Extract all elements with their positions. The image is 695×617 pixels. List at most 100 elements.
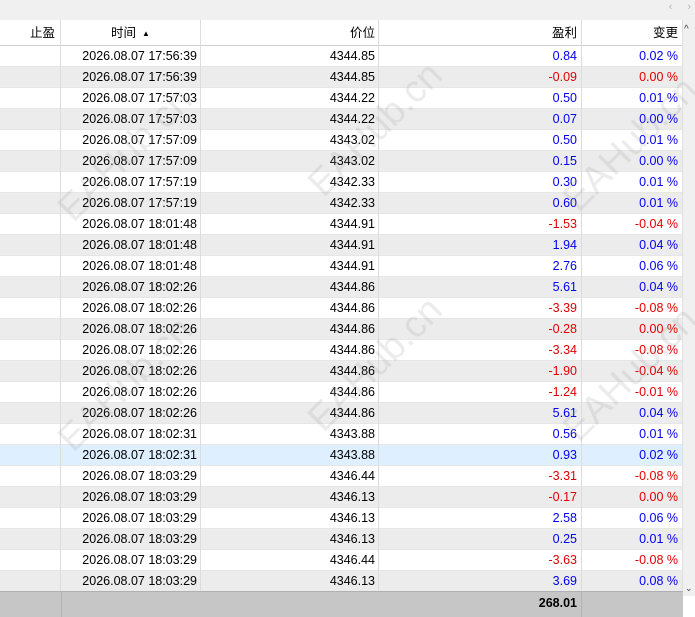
scroll-left-arrow-icon[interactable]: ‹	[669, 1, 673, 13]
change-cell: 0.01 %	[582, 130, 683, 151]
table-row[interactable]: 2026.08.07 18:02:31 4343.88 0.93 0.02 %	[0, 445, 683, 466]
vertical-scrollbar[interactable]: ^ ⌄	[682, 20, 695, 596]
change-cell: -0.08 %	[582, 466, 683, 487]
table-row[interactable]: 2026.08.07 17:57:19 4342.33 0.60 0.01 %	[0, 193, 683, 214]
time-cell: 2026.08.07 17:57:19	[61, 172, 201, 193]
stop-profit-cell	[0, 487, 61, 508]
table-row[interactable]: 2026.08.07 18:03:29 4346.13 2.58 0.06 %	[0, 508, 683, 529]
stop-profit-cell	[0, 277, 61, 298]
time-cell: 2026.08.07 18:03:29	[61, 571, 201, 592]
table-row[interactable]: 2026.08.07 18:02:26 4344.86 -3.39 -0.08 %	[0, 298, 683, 319]
table-row[interactable]: 2026.08.07 17:57:03 4344.22 0.07 0.00 %	[0, 109, 683, 130]
table-row[interactable]: 2026.08.07 18:02:26 4344.86 -3.34 -0.08 %	[0, 340, 683, 361]
profit-cell: 5.61	[379, 403, 582, 424]
column-header-price[interactable]: 价位	[201, 20, 379, 46]
table-header: 止盈 时间 ▲ 价位 盈利 变更	[0, 20, 683, 46]
table-row[interactable]: 2026.08.07 18:03:29 4346.13 -0.17 0.00 %	[0, 487, 683, 508]
profit-cell: -3.34	[379, 340, 582, 361]
price-cell: 4343.02	[201, 130, 379, 151]
column-header-time[interactable]: 时间 ▲	[61, 20, 201, 46]
change-cell: 0.04 %	[582, 277, 683, 298]
change-cell: -0.04 %	[582, 214, 683, 235]
price-cell: 4344.86	[201, 298, 379, 319]
price-cell: 4344.85	[201, 46, 379, 67]
table-row[interactable]: 2026.08.07 18:02:26 4344.86 5.61 0.04 %	[0, 277, 683, 298]
scroll-right-arrow-icon[interactable]: ›	[687, 1, 691, 13]
stop-profit-cell	[0, 340, 61, 361]
table-row[interactable]: 2026.08.07 18:03:29 4346.13 3.69 0.08 %	[0, 571, 683, 592]
profit-cell: 2.58	[379, 508, 582, 529]
stop-profit-cell	[0, 151, 61, 172]
table-row[interactable]: 2026.08.07 17:56:39 4344.85 0.84 0.02 %	[0, 46, 683, 67]
table-row[interactable]: 2026.08.07 17:57:09 4343.02 0.50 0.01 %	[0, 130, 683, 151]
table-row[interactable]: 2026.08.07 18:03:29 4346.44 -3.31 -0.08 %	[0, 466, 683, 487]
price-cell: 4344.22	[201, 88, 379, 109]
change-cell: -0.04 %	[582, 361, 683, 382]
stop-profit-cell	[0, 382, 61, 403]
time-cell: 2026.08.07 18:03:29	[61, 466, 201, 487]
price-cell: 4344.86	[201, 277, 379, 298]
column-header-profit[interactable]: 盈利	[379, 20, 582, 46]
scroll-down-arrow-icon[interactable]: ⌄	[685, 583, 693, 594]
table-row[interactable]: 2026.08.07 17:57:03 4344.22 0.50 0.01 %	[0, 88, 683, 109]
stop-profit-cell	[0, 298, 61, 319]
stop-profit-cell	[0, 550, 61, 571]
scroll-up-arrow-icon[interactable]: ^	[684, 24, 689, 35]
profit-cell: 0.25	[379, 529, 582, 550]
time-cell: 2026.08.07 18:03:29	[61, 550, 201, 571]
price-cell: 4344.22	[201, 109, 379, 130]
table-row[interactable]: 2026.08.07 18:02:26 4344.86 5.61 0.04 %	[0, 403, 683, 424]
table-row[interactable]: 2026.08.07 18:03:29 4346.44 -3.63 -0.08 %	[0, 550, 683, 571]
profit-cell: -1.53	[379, 214, 582, 235]
change-cell: 0.08 %	[582, 571, 683, 592]
stop-profit-cell	[0, 466, 61, 487]
profit-cell: 0.07	[379, 109, 582, 130]
profit-cell: -0.09	[379, 67, 582, 88]
table-row[interactable]: 2026.08.07 18:01:48 4344.91 2.76 0.06 %	[0, 256, 683, 277]
table-row[interactable]: 2026.08.07 17:56:39 4344.85 -0.09 0.00 %	[0, 67, 683, 88]
table-row[interactable]: 2026.08.07 18:02:31 4343.88 0.56 0.01 %	[0, 424, 683, 445]
time-cell: 2026.08.07 18:01:48	[61, 235, 201, 256]
table-row[interactable]: 2026.08.07 18:02:26 4344.86 -1.24 -0.01 %	[0, 382, 683, 403]
table-row[interactable]: 2026.08.07 18:01:48 4344.91 1.94 0.04 %	[0, 235, 683, 256]
price-cell: 4344.86	[201, 403, 379, 424]
price-cell: 4344.86	[201, 319, 379, 340]
stop-profit-cell	[0, 256, 61, 277]
stop-profit-cell	[0, 508, 61, 529]
profit-cell: 0.56	[379, 424, 582, 445]
price-cell: 4346.13	[201, 487, 379, 508]
price-cell: 4343.88	[201, 445, 379, 466]
profit-cell: -3.39	[379, 298, 582, 319]
table-row[interactable]: 2026.08.07 18:02:26 4344.86 -0.28 0.00 %	[0, 319, 683, 340]
price-cell: 4346.13	[201, 529, 379, 550]
stop-profit-cell	[0, 424, 61, 445]
table-row[interactable]: 2026.08.07 18:01:48 4344.91 -1.53 -0.04 %	[0, 214, 683, 235]
sort-ascending-icon: ▲	[142, 28, 150, 38]
time-cell: 2026.08.07 17:56:39	[61, 67, 201, 88]
table-row[interactable]: 2026.08.07 17:57:09 4343.02 0.15 0.00 %	[0, 151, 683, 172]
change-cell: 0.00 %	[582, 487, 683, 508]
table-row[interactable]: 2026.08.07 17:57:19 4342.33 0.30 0.01 %	[0, 172, 683, 193]
profit-cell: -3.63	[379, 550, 582, 571]
time-cell: 2026.08.07 18:02:26	[61, 340, 201, 361]
table-row[interactable]: 2026.08.07 18:03:29 4346.13 0.25 0.01 %	[0, 529, 683, 550]
stop-profit-cell	[0, 109, 61, 130]
profit-cell: 3.69	[379, 571, 582, 592]
stop-profit-cell	[0, 403, 61, 424]
column-header-stop-profit[interactable]: 止盈	[0, 20, 61, 46]
price-cell: 4344.91	[201, 256, 379, 277]
time-cell: 2026.08.07 18:02:26	[61, 319, 201, 340]
table-body: 2026.08.07 17:56:39 4344.85 0.84 0.02 % 2026…	[0, 46, 683, 592]
stop-profit-cell	[0, 319, 61, 340]
stop-profit-cell	[0, 172, 61, 193]
change-cell: 0.06 %	[582, 508, 683, 529]
stop-profit-cell	[0, 235, 61, 256]
column-header-change[interactable]: 变更	[582, 20, 683, 46]
change-cell: 0.06 %	[582, 256, 683, 277]
price-cell: 4344.86	[201, 361, 379, 382]
table-row[interactable]: 2026.08.07 18:02:26 4344.86 -1.90 -0.04 %	[0, 361, 683, 382]
price-cell: 4342.33	[201, 172, 379, 193]
change-cell: -0.08 %	[582, 550, 683, 571]
profit-cell: 5.61	[379, 277, 582, 298]
price-cell: 4344.86	[201, 340, 379, 361]
